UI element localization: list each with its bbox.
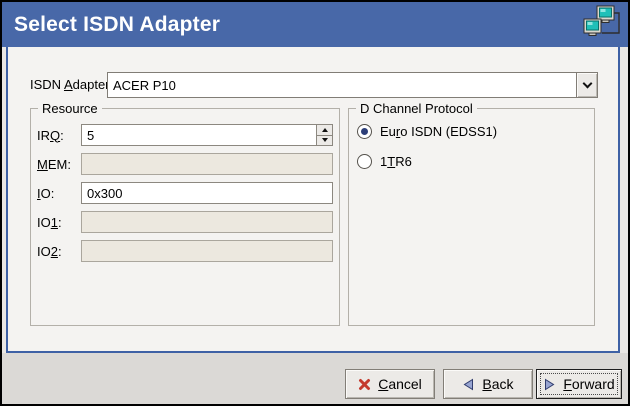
triangle-down-icon [322, 138, 328, 142]
io2-input [82, 241, 332, 261]
radio-euro-isdn[interactable]: Euro ISDN (EDSS1) [357, 123, 586, 140]
io2-label: IO2: [37, 244, 81, 259]
network-computers-icon [583, 5, 621, 43]
io-label: IO: [37, 186, 81, 201]
arrow-left-icon [462, 378, 475, 391]
io-field[interactable] [81, 182, 333, 204]
io1-input [82, 212, 332, 232]
resource-fields: IRQ: MEM: IO: [31, 109, 339, 325]
cancel-button-label: Cancel [378, 376, 422, 392]
isdn-adapter-combobox[interactable] [107, 72, 598, 98]
dialog-header: Select ISDN Adapter [2, 2, 628, 47]
irq-spinner[interactable] [81, 124, 333, 146]
io1-field [81, 211, 333, 233]
irq-spin-buttons [316, 125, 332, 145]
cancel-button[interactable]: Cancel [345, 369, 435, 399]
isdn-adapter-value-input[interactable] [108, 73, 576, 97]
radio-dot [361, 128, 368, 135]
euro-isdn-label: Euro ISDN (EDSS1) [380, 124, 497, 139]
spin-down-button[interactable] [317, 136, 332, 146]
back-button-label: Back [482, 376, 513, 392]
forward-button-label: Forward [563, 376, 614, 392]
triangle-up-icon [322, 128, 328, 132]
irq-label: IRQ: [37, 128, 81, 143]
radio-button-unselected [357, 154, 372, 169]
mem-row: MEM: [37, 153, 333, 175]
io2-row: IO2: [37, 240, 333, 262]
io-row: IO: [37, 182, 333, 204]
1tr6-label: 1TR6 [380, 154, 412, 169]
select-isdn-adapter-dialog: Select ISDN Adapter ISDN Adapters: [0, 0, 630, 406]
irq-row: IRQ: [37, 124, 333, 146]
mem-label: MEM: [37, 157, 81, 172]
dialog-button-bar: Cancel Back Forward [2, 353, 628, 404]
io2-field [81, 240, 333, 262]
protocol-options: Euro ISDN (EDSS1) 1TR6 [349, 109, 594, 325]
combo-dropdown-button[interactable] [576, 73, 597, 97]
arrow-right-icon [543, 378, 556, 391]
page-title: Select ISDN Adapter [14, 13, 220, 37]
irq-input[interactable] [82, 125, 316, 145]
forward-button[interactable]: Forward [536, 369, 622, 399]
content-panel: ISDN Adapters: Resource IRQ: [6, 47, 620, 353]
spin-up-button[interactable] [317, 125, 332, 136]
chevron-down-icon [582, 79, 592, 89]
red-x-icon [358, 378, 371, 391]
radio-1tr6[interactable]: 1TR6 [357, 153, 586, 170]
resource-group: Resource IRQ: MEM: [30, 108, 340, 326]
io-input[interactable] [82, 183, 332, 203]
io1-label: IO1: [37, 215, 81, 230]
mem-input [82, 154, 332, 174]
back-button[interactable]: Back [443, 369, 533, 399]
d-channel-protocol-group: D Channel Protocol Euro ISDN (EDSS1) 1TR… [348, 108, 595, 326]
io1-row: IO1: [37, 211, 333, 233]
mem-field [81, 153, 333, 175]
radio-button-selected [357, 124, 372, 139]
